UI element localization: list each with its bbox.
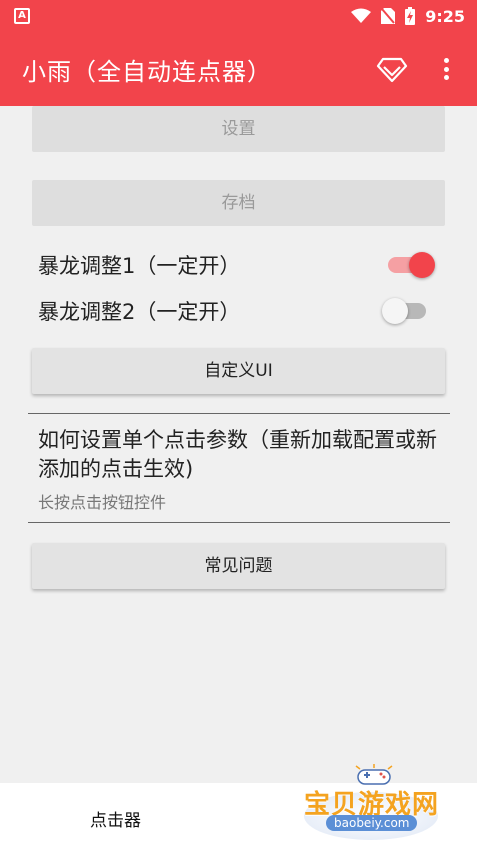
status-icons: 9:25 [351, 5, 465, 27]
app-bar: 小雨（全自动连点器） [0, 32, 477, 106]
status-bar: A 9:25 [0, 0, 477, 32]
premium-button[interactable] [376, 54, 408, 84]
app-title: 小雨（全自动连点器） [22, 58, 272, 86]
divider [28, 522, 450, 523]
app-notification-icon: A [14, 8, 30, 24]
gamepad-icon [355, 764, 393, 785]
switch-thumb [382, 298, 408, 324]
nav-item-clicker[interactable]: 点击器 [90, 806, 141, 831]
faq-button[interactable]: 常见问题 [32, 543, 445, 589]
save-button[interactable]: 存档 [32, 180, 445, 226]
diamond-icon [376, 57, 408, 83]
switch-label: 暴龙调整1（一定开） [38, 254, 241, 278]
divider [28, 413, 450, 414]
settings-button[interactable]: 设置 [32, 106, 445, 152]
more-dot-icon [443, 58, 449, 63]
switch-label: 暴龙调整2（一定开） [38, 300, 241, 324]
help-title: 如何设置单个点击参数（重新加载配置或新添加的点击生效) [38, 428, 437, 481]
more-dot-icon [443, 66, 449, 72]
wifi-icon [351, 8, 372, 23]
help-subtitle: 长按点击按钮控件 [38, 493, 167, 512]
battery-charging-icon [405, 7, 416, 25]
sim-no-signal-icon [381, 8, 396, 24]
watermark: 宝贝游戏网 baobeiy.com [300, 762, 450, 844]
watermark-url: baobeiy.com [326, 815, 418, 831]
more-dot-icon [443, 75, 449, 80]
more-options-button[interactable] [436, 54, 456, 84]
status-time: 9:25 [425, 6, 465, 26]
switch-thumb [409, 252, 435, 278]
switch-row-2: 暴龙调整2（一定开） [38, 292, 438, 328]
custom-ui-button[interactable]: 自定义UI [32, 348, 445, 394]
switch-row-1: 暴龙调整1（一定开） [38, 246, 438, 282]
